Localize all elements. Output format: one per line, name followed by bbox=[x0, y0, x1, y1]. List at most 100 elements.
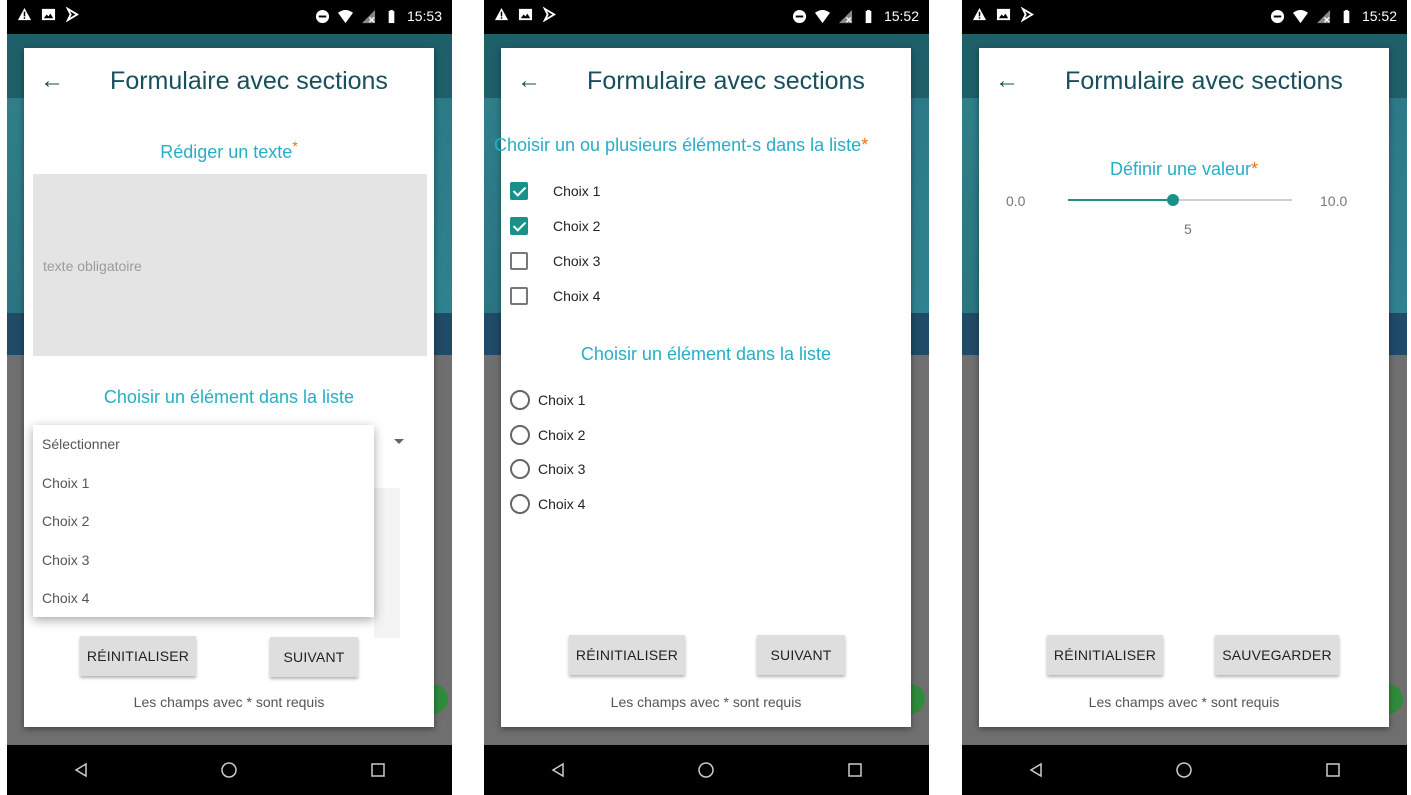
phone-screen-2: 15:52 ← Formulaire avec sections Choisir… bbox=[484, 0, 929, 795]
section-text-title: Rédiger un texte* bbox=[24, 135, 434, 163]
save-button[interactable]: SAUVEGARDER bbox=[1215, 635, 1339, 675]
reset-button[interactable]: RÉINITIALISER bbox=[569, 635, 685, 675]
recents-nav-icon bbox=[848, 763, 862, 777]
section-multi-title: Choisir un ou plusieurs élément-s dans l… bbox=[494, 134, 868, 156]
radio-row[interactable]: Choix 1 bbox=[510, 388, 585, 412]
next-button[interactable]: SUIVANT bbox=[757, 635, 845, 675]
home-nav-icon bbox=[1176, 762, 1193, 778]
required-mark: * bbox=[1251, 159, 1259, 179]
phone-screen-1: 15:53 ← Formulaire avec sections Rédiger… bbox=[7, 0, 452, 795]
dropdown-backdrop bbox=[374, 488, 400, 638]
radio-row[interactable]: Choix 4 bbox=[510, 492, 585, 516]
radio-label: Choix 1 bbox=[538, 392, 586, 408]
phone-screen-3: 15:52 ← Formulaire avec sections Définir… bbox=[962, 0, 1407, 795]
required-fields-note: Les champs avec * sont requis bbox=[610, 694, 802, 710]
back-nav-icon bbox=[74, 762, 87, 778]
dropdown-option[interactable]: Choix 4 bbox=[33, 579, 374, 618]
checkbox-label: Choix 2 bbox=[553, 218, 601, 234]
wifi-icon bbox=[337, 9, 353, 23]
form-card: ← Formulaire avec sections Choisir un ou… bbox=[494, 48, 911, 727]
section-select-title: Choisir un élément dans la liste bbox=[103, 387, 355, 407]
slider-min-label: 0.0 bbox=[1006, 193, 1026, 209]
home-nav-icon bbox=[221, 762, 238, 778]
checkbox[interactable] bbox=[510, 287, 528, 305]
battery-icon bbox=[865, 9, 872, 23]
recents-nav-icon bbox=[371, 763, 385, 777]
section-text-label: Rédiger un texte bbox=[160, 142, 293, 162]
recents-nav-icon bbox=[1326, 763, 1340, 777]
checkbox-row[interactable]: Choix 4 bbox=[510, 284, 600, 308]
checkbox[interactable] bbox=[510, 182, 528, 200]
dropdown-option[interactable]: Choix 2 bbox=[33, 502, 374, 541]
slider-value-label: 5 bbox=[1184, 221, 1192, 237]
radio-button[interactable] bbox=[510, 494, 530, 514]
back-nav-icon bbox=[1029, 762, 1042, 778]
no-signal-icon bbox=[838, 9, 853, 23]
radio-label: Choix 2 bbox=[538, 427, 586, 443]
text-area-placeholder: texte obligatoire bbox=[43, 258, 142, 274]
checkbox[interactable] bbox=[510, 252, 528, 270]
value-slider[interactable] bbox=[1068, 194, 1292, 206]
image-icon bbox=[41, 8, 56, 21]
slider-thumb[interactable] bbox=[1167, 194, 1180, 206]
next-button[interactable]: SUIVANT bbox=[270, 637, 358, 677]
image-icon bbox=[996, 8, 1011, 21]
download-icon bbox=[65, 7, 80, 22]
battery-icon bbox=[388, 9, 395, 23]
radio-button[interactable] bbox=[510, 459, 530, 479]
download-icon bbox=[542, 7, 557, 22]
warning-icon bbox=[972, 7, 987, 21]
home-nav-button[interactable] bbox=[676, 750, 736, 790]
back-nav-button[interactable] bbox=[1006, 750, 1066, 790]
chevron-down-icon[interactable] bbox=[394, 439, 404, 444]
required-mark: * bbox=[861, 135, 869, 155]
required-fields-note: Les champs avec * sont requis bbox=[1088, 694, 1280, 710]
required-mark: * bbox=[292, 138, 298, 154]
status-time: 15:53 bbox=[406, 8, 442, 24]
radio-button[interactable] bbox=[510, 390, 530, 410]
status-bar: 15:52 bbox=[962, 0, 1407, 34]
warning-icon bbox=[494, 7, 509, 21]
navigation-bar bbox=[484, 745, 929, 795]
home-nav-button[interactable] bbox=[199, 750, 259, 790]
back-nav-button[interactable] bbox=[528, 750, 588, 790]
navigation-bar bbox=[7, 745, 452, 795]
page-title: Formulaire avec sections bbox=[1065, 67, 1343, 95]
radio-row[interactable]: Choix 3 bbox=[510, 457, 585, 481]
section-single-title: Choisir un élément dans la liste bbox=[580, 344, 832, 364]
image-icon bbox=[518, 8, 533, 21]
recents-nav-button[interactable] bbox=[1303, 750, 1363, 790]
recents-nav-button[interactable] bbox=[348, 750, 408, 790]
do-not-disturb-icon bbox=[1270, 9, 1285, 23]
text-area-field[interactable]: texte obligatoire bbox=[33, 174, 427, 356]
page-title: Formulaire avec sections bbox=[110, 67, 388, 95]
status-bar: 15:53 bbox=[7, 0, 452, 34]
radio-label: Choix 4 bbox=[538, 496, 586, 512]
checkbox-row[interactable]: Choix 3 bbox=[510, 249, 600, 273]
radio-button[interactable] bbox=[510, 425, 530, 445]
home-nav-button[interactable] bbox=[1154, 750, 1214, 790]
form-card: ← Formulaire avec sections Définir une v… bbox=[979, 48, 1389, 727]
reset-button[interactable]: RÉINITIALISER bbox=[80, 636, 196, 676]
dropdown-option[interactable]: Choix 1 bbox=[33, 464, 374, 503]
required-fields-note: Les champs avec * sont requis bbox=[133, 694, 325, 710]
radio-row[interactable]: Choix 2 bbox=[510, 423, 585, 447]
download-icon bbox=[1020, 7, 1035, 22]
radio-label: Choix 3 bbox=[538, 461, 586, 477]
dropdown-option[interactable]: Choix 3 bbox=[33, 541, 374, 580]
checkbox-row[interactable]: Choix 2 bbox=[510, 214, 600, 238]
reset-button[interactable]: RÉINITIALISER bbox=[1047, 635, 1163, 675]
status-time: 15:52 bbox=[883, 8, 919, 24]
dropdown-option[interactable]: Sélectionner bbox=[33, 425, 374, 464]
recents-nav-button[interactable] bbox=[825, 750, 885, 790]
checkbox[interactable] bbox=[510, 217, 528, 235]
slider-max-label: 10.0 bbox=[1320, 193, 1348, 209]
checkbox-row[interactable]: Choix 1 bbox=[510, 179, 600, 203]
no-signal-icon bbox=[1316, 9, 1331, 23]
checkbox-label: Choix 3 bbox=[553, 253, 601, 269]
slider-fill bbox=[1068, 199, 1174, 201]
wifi-icon bbox=[1292, 9, 1308, 23]
checkbox-label: Choix 1 bbox=[553, 183, 601, 199]
back-nav-button[interactable] bbox=[51, 750, 111, 790]
back-nav-icon bbox=[551, 762, 564, 778]
